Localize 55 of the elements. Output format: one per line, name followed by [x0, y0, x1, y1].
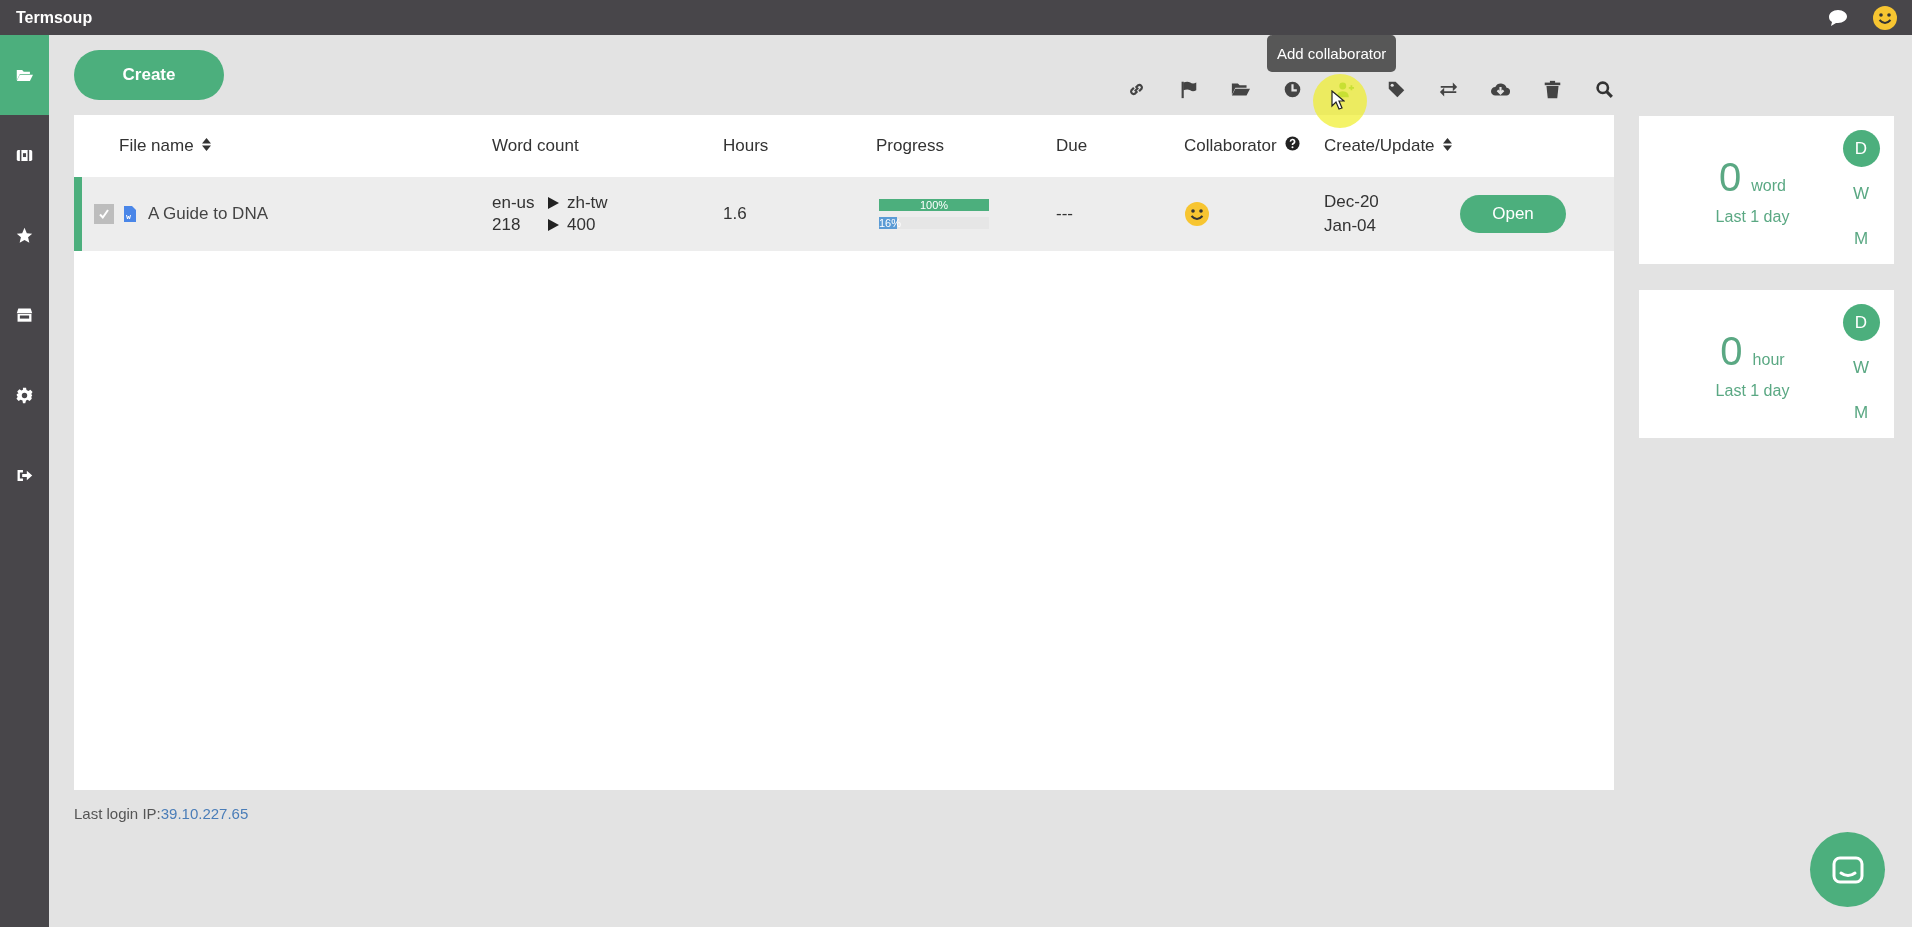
login-label: Last login IP:: [74, 805, 161, 822]
column-header[interactable]: File name: [119, 136, 194, 156]
checkmark-icon: [98, 208, 110, 220]
range-tab[interactable]: M: [1842, 394, 1880, 431]
chat-icon: [1830, 854, 1865, 885]
create-button[interactable]: Create: [74, 50, 224, 100]
settings-icon: [16, 386, 33, 404]
column-header: Progress: [876, 136, 945, 156]
app-title: Termsoup: [16, 8, 93, 27]
range-tab[interactable]: D: [1842, 304, 1880, 341]
range-tab[interactable]: D: [1842, 130, 1880, 167]
column-header: Collaborator: [1184, 136, 1277, 156]
created-date: Dec-20: [1324, 192, 1380, 212]
smiley-icon[interactable]: [1872, 4, 1898, 31]
cloud-download-icon[interactable]: [1491, 80, 1510, 99]
folder-icon[interactable]: [1231, 80, 1250, 99]
store-icon: [16, 306, 33, 324]
column-header[interactable]: Create/Update: [1324, 136, 1435, 156]
arrow-icon: [548, 197, 559, 209]
stat-unit: hour: [1752, 350, 1785, 369]
file-name[interactable]: A Guide to DNA: [148, 204, 268, 224]
search-icon[interactable]: [1595, 80, 1614, 99]
word-count: 400: [567, 215, 596, 235]
stat-value: 0: [1720, 328, 1743, 374]
range-tab[interactable]: W: [1842, 349, 1880, 386]
cursor-icon: [1331, 90, 1345, 110]
language-code: zh-tw: [567, 193, 608, 213]
open-button[interactable]: Open: [1460, 195, 1566, 233]
range-tab[interactable]: W: [1842, 175, 1880, 212]
hours-value: 1.6: [723, 204, 747, 223]
word-count: 218: [492, 215, 522, 235]
star-icon: [16, 226, 33, 244]
flag-icon[interactable]: [1179, 80, 1198, 99]
column-header: Due: [1056, 136, 1088, 156]
column-header: Hours: [723, 136, 769, 156]
document-icon: [124, 206, 136, 222]
stat-value: 0: [1719, 154, 1742, 200]
tooltip: Add collaborator: [1267, 35, 1397, 72]
clock-icon[interactable]: [1283, 80, 1302, 99]
tag-icon[interactable]: [1387, 80, 1406, 99]
progress-label: 100%: [918, 199, 950, 211]
swap-icon[interactable]: [1439, 80, 1458, 99]
trash-icon[interactable]: [1543, 80, 1562, 99]
updated-date: Jan-04: [1324, 216, 1377, 236]
column-header: Word count: [492, 136, 579, 156]
chat-icon[interactable]: [1828, 8, 1848, 27]
stat-period: Last 1 day: [1715, 207, 1790, 226]
ip-address: 39.10.227.65: [160, 805, 249, 822]
checkbox[interactable]: [94, 204, 114, 224]
due-date: ---: [1056, 204, 1073, 223]
language-code: en-us: [492, 193, 536, 213]
range-tab[interactable]: M: [1842, 220, 1880, 257]
stat-period: Last 1 day: [1715, 381, 1790, 400]
arrow-icon: [548, 219, 559, 231]
stat-unit: word: [1751, 176, 1786, 195]
